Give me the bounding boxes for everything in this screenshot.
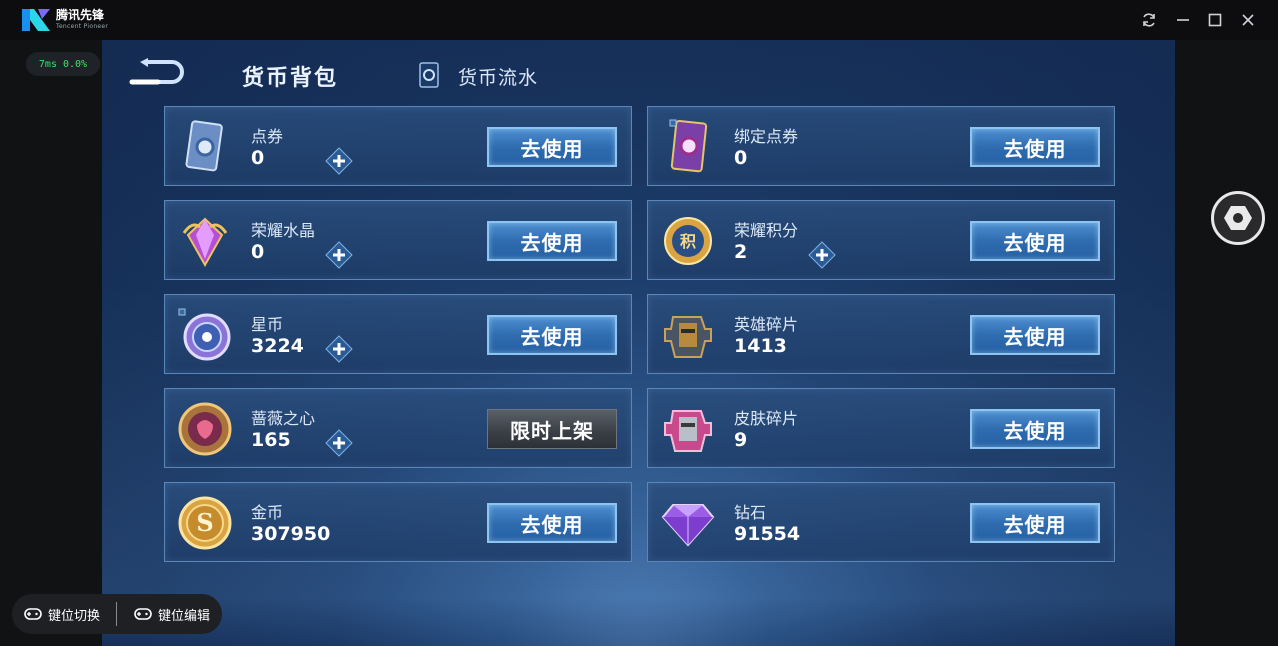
add-icon[interactable] — [325, 429, 353, 457]
floating-hex-button[interactable] — [1211, 191, 1265, 245]
hero-fragment-icon — [660, 305, 716, 365]
use-button[interactable]: 去使用 — [487, 127, 617, 167]
currency-value: 91554 — [734, 523, 801, 545]
minimize-icon[interactable] — [1171, 8, 1195, 32]
currency-card-diamond: 钻石 91554 去使用 — [647, 482, 1115, 562]
maximize-icon[interactable] — [1203, 8, 1227, 32]
diamond-icon — [660, 493, 716, 553]
tab-currency-bag[interactable]: 货币背包 — [242, 60, 338, 92]
currency-card-dianquan: 点券 0 去使用 — [164, 106, 632, 186]
hexagon-icon — [1224, 206, 1252, 230]
keymap-bar: 键位切换 键位编辑 — [12, 594, 222, 634]
currency-card-rose-heart: 蔷薇之心 165 限时上架 — [164, 388, 632, 468]
currency-card-gold-coin: S 金币 307950 去使用 — [164, 482, 632, 562]
use-button[interactable]: 去使用 — [970, 221, 1100, 261]
use-button[interactable]: 去使用 — [487, 503, 617, 543]
game-screen: 货币背包 货币流水 点券 0 去使用 绑定点券 0 去使用 荣耀水晶 0 去使用… — [102, 40, 1175, 646]
currency-value: 9 — [734, 429, 748, 451]
use-button[interactable]: 去使用 — [970, 409, 1100, 449]
rose-heart-icon — [177, 399, 233, 459]
currency-name: 绑定点券 — [734, 127, 799, 146]
glory-crystal-icon — [177, 211, 233, 271]
currency-name: 星币 — [251, 315, 284, 334]
star-coin-icon — [177, 305, 233, 365]
currency-value: 0 — [251, 241, 265, 263]
use-button[interactable]: 去使用 — [487, 221, 617, 261]
svg-text:积: 积 — [680, 232, 696, 251]
left-side-panel — [0, 40, 102, 646]
gamepad-icon — [24, 608, 42, 620]
currency-card-skin-fragment: 皮肤碎片 9 去使用 — [647, 388, 1115, 468]
app-logo-icon — [22, 9, 50, 31]
currency-card-bound-dianquan: 绑定点券 0 去使用 — [647, 106, 1115, 186]
currency-value: 0 — [251, 147, 265, 169]
back-icon[interactable] — [128, 58, 184, 88]
svg-text:S: S — [196, 508, 213, 537]
currency-value: 0 — [734, 147, 748, 169]
currency-value: 307950 — [251, 523, 331, 545]
right-side-panel — [1175, 40, 1278, 646]
currency-value: 2 — [734, 241, 748, 263]
currency-name: 荣耀积分 — [734, 221, 799, 240]
glory-points-icon: 积 — [660, 211, 716, 271]
currency-name: 英雄碎片 — [734, 315, 799, 334]
dianquan-icon — [177, 117, 233, 177]
currency-card-glory-crystal: 荣耀水晶 0 去使用 — [164, 200, 632, 280]
currency-name: 蔷薇之心 — [251, 409, 316, 428]
use-button[interactable]: 去使用 — [970, 315, 1100, 355]
use-button[interactable]: 去使用 — [970, 127, 1100, 167]
currency-value: 3224 — [251, 335, 304, 357]
perf-indicator: 7ms 0.0% — [26, 52, 100, 76]
tab-currency-flow[interactable]: 货币流水 — [458, 63, 538, 90]
bound-dianquan-icon — [660, 117, 716, 177]
currency-name: 点券 — [251, 127, 284, 146]
currency-name: 钻石 — [734, 503, 767, 522]
currency-card-hero-fragment: 英雄碎片 1413 去使用 — [647, 294, 1115, 374]
window-title-bar: 腾讯先锋 Tencent Pioneer — [0, 0, 1278, 40]
add-icon[interactable] — [325, 335, 353, 363]
separator — [116, 602, 117, 626]
currency-name: 金币 — [251, 503, 284, 522]
gamepad-icon — [134, 608, 152, 620]
app-name: 腾讯先锋 — [56, 8, 105, 22]
keymap-edit-label: 键位编辑 — [158, 608, 211, 624]
add-icon[interactable] — [808, 241, 836, 269]
currency-name: 皮肤碎片 — [734, 409, 799, 428]
currency-value: 165 — [251, 429, 291, 451]
keymap-switch-button[interactable]: 键位切换 — [24, 604, 100, 624]
skin-fragment-icon — [660, 399, 716, 459]
currency-card-glory-points: 积 荣耀积分 2 去使用 — [647, 200, 1115, 280]
keymap-switch-label: 键位切换 — [48, 608, 101, 624]
currency-card-star-coin: 星币 3224 去使用 — [164, 294, 632, 374]
currency-name: 荣耀水晶 — [251, 221, 316, 240]
currency-value: 1413 — [734, 335, 787, 357]
limited-time-button[interactable]: 限时上架 — [487, 409, 617, 449]
close-icon[interactable] — [1236, 8, 1260, 32]
use-button[interactable]: 去使用 — [487, 315, 617, 355]
gold-coin-icon: S — [177, 493, 233, 553]
use-button[interactable]: 去使用 — [970, 503, 1100, 543]
currency-flow-icon — [419, 62, 439, 88]
keymap-edit-button[interactable]: 键位编辑 — [134, 604, 210, 624]
add-icon[interactable] — [325, 241, 353, 269]
add-icon[interactable] — [325, 147, 353, 175]
app-subtitle: Tencent Pioneer — [56, 23, 109, 30]
refresh-icon[interactable] — [1137, 8, 1161, 32]
